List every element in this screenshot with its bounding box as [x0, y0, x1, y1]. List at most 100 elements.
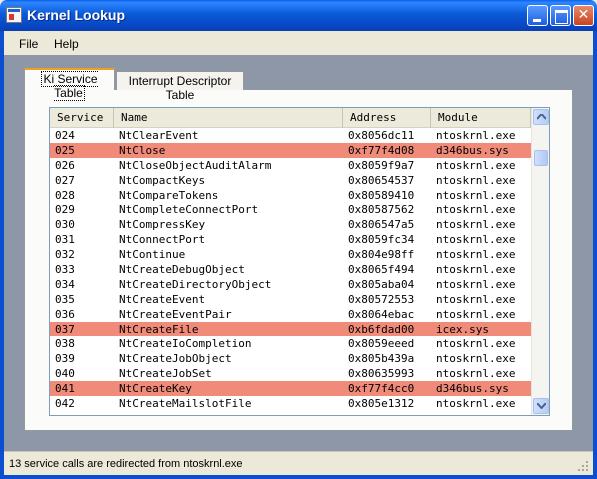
cell-service: 038 — [55, 337, 75, 351]
cell-service: 028 — [55, 188, 75, 202]
cell-address: 0xb6fdad00 — [348, 322, 415, 336]
cell-name: NtCreateDebugObject — [119, 263, 245, 277]
column-header-name[interactable]: Name — [114, 108, 343, 128]
menu-file[interactable]: File — [19, 37, 38, 51]
cell-service: 036 — [55, 307, 75, 321]
maximize-button[interactable] — [550, 5, 571, 26]
table-row[interactable]: 040 NtCreateJobSet 0x80635993 ntoskrnl.exe — [50, 366, 531, 381]
cell-module: ntoskrnl.exe — [436, 337, 516, 351]
table-row[interactable]: 034 NtCreateDirectoryObject 0x805aba04 ntos… — [50, 277, 531, 292]
cell-name: NtCreateFile — [119, 322, 199, 336]
table-row[interactable]: 041 NtCreateKey 0xf77f4cc0 d346bus.sys — [50, 381, 531, 397]
cell-service: 024 — [55, 129, 75, 142]
cell-name: NtCompressKey — [119, 218, 206, 232]
size-grip-icon[interactable] — [577, 460, 589, 472]
list-rows: 024 NtClearEvent 0x8056dc11 ntoskrnl.exe 025… — [50, 128, 531, 411]
table-row[interactable]: 031 NtConnectPort 0x8059fc34 ntoskrnl.exe — [50, 232, 531, 247]
cell-service: 037 — [55, 322, 75, 336]
cell-service: 039 — [55, 352, 75, 366]
cell-service: 034 — [55, 277, 75, 291]
table-row[interactable]: 026 NtCloseObjectAuditAlarm 0x8059f9a7 ntos… — [50, 158, 531, 173]
cell-module: ntoskrnl.exe — [436, 188, 516, 202]
list-header: Service Name Address Module — [50, 108, 531, 128]
table-row[interactable]: 024 NtClearEvent 0x8056dc11 ntoskrnl.exe — [50, 128, 531, 143]
cell-address: 0x8059eeed — [348, 337, 415, 351]
table-row[interactable]: 030 NtCompressKey 0x806547a5 ntoskrnl.exe — [50, 217, 531, 232]
cell-module: ntoskrnl.exe — [436, 292, 516, 306]
cell-name: NtCreateIoCompletion — [119, 337, 252, 351]
cell-service: 035 — [55, 292, 75, 306]
cell-address: 0xf77f4d08 — [348, 143, 415, 157]
column-header-address[interactable]: Address — [343, 108, 431, 128]
table-row[interactable]: 039 NtCreateJobObject 0x805b439a ntoskrnl.e… — [50, 351, 531, 366]
window-title: Kernel Lookup — [27, 7, 126, 23]
cell-address: 0x80572553 — [348, 292, 415, 306]
cell-address: 0xf77f4cc0 — [348, 382, 415, 396]
cell-module: ntoskrnl.exe — [436, 352, 516, 366]
service-list[interactable]: Service Name Address Module 024 NtClearEv… — [49, 107, 550, 416]
cell-service: 033 — [55, 263, 75, 277]
cell-module: ntoskrnl.exe — [436, 248, 516, 262]
vertical-scrollbar[interactable] — [531, 108, 549, 415]
cell-name: NtClearEvent — [119, 129, 199, 142]
cell-service: 029 — [55, 203, 75, 217]
table-row[interactable]: 037 NtCreateFile 0xb6fdad00 icex.sys — [50, 321, 531, 337]
menu-help[interactable]: Help — [54, 37, 79, 51]
table-row[interactable]: 042 NtCreateMailslotFile 0x805e1312 ntoskrn… — [50, 396, 531, 411]
table-row[interactable]: 033 NtCreateDebugObject 0x8065f494 ntoskrnl… — [50, 262, 531, 277]
cell-module: ntoskrnl.exe — [436, 397, 516, 411]
scroll-down-arrow-icon — [537, 403, 546, 409]
column-header-module[interactable]: Module — [431, 108, 531, 128]
title-bar[interactable]: Kernel Lookup ✕ — [0, 0, 597, 31]
cell-service: 031 — [55, 233, 75, 247]
cell-name: NtCreateDirectoryObject — [119, 277, 272, 291]
cell-service: 030 — [55, 218, 75, 232]
cell-service: 027 — [55, 173, 75, 187]
table-row[interactable]: 036 NtCreateEventPair 0x8064ebac ntoskrnl.e… — [50, 307, 531, 322]
cell-module: ntoskrnl.exe — [436, 218, 516, 232]
cell-module: ntoskrnl.exe — [436, 367, 516, 381]
app-icon[interactable] — [6, 7, 22, 23]
cell-module: ntoskrnl.exe — [436, 129, 516, 142]
scroll-down-button[interactable] — [533, 398, 549, 414]
cell-address: 0x805e1312 — [348, 397, 415, 411]
cell-service: 040 — [55, 367, 75, 381]
scroll-up-button[interactable] — [533, 109, 549, 125]
cell-name: NtCompleteConnectPort — [119, 203, 259, 217]
cell-module: ntoskrnl.exe — [436, 173, 516, 187]
cell-name: NtCreateMailslotFile — [119, 397, 252, 411]
cell-address: 0x805b439a — [348, 352, 415, 366]
cell-address: 0x8056dc11 — [348, 129, 415, 142]
table-row[interactable]: 029 NtCompleteConnectPort 0x80587562 ntoskr… — [50, 202, 531, 217]
cell-service: 026 — [55, 158, 75, 172]
cell-address: 0x8059fc34 — [348, 233, 415, 247]
cell-name: NtCreateEventPair — [119, 307, 232, 321]
status-text: 13 service calls are redirected from nto… — [9, 458, 243, 470]
table-row[interactable]: 038 NtCreateIoCompletion 0x8059eeed ntoskrn… — [50, 336, 531, 351]
cell-name: NtConnectPort — [119, 233, 206, 247]
cell-module: ntoskrnl.exe — [436, 158, 516, 172]
cell-module: ntoskrnl.exe — [436, 203, 516, 217]
cell-name: NtCreateEvent — [119, 292, 206, 306]
table-row[interactable]: 032 NtContinue 0x804e98ff ntoskrnl.exe — [50, 247, 531, 262]
tab-ki-service-table[interactable]: Ki Service Table — [24, 68, 115, 101]
cell-module: ntoskrnl.exe — [436, 263, 516, 277]
cell-name: NtCompactKeys — [119, 173, 206, 187]
close-button[interactable]: ✕ — [573, 5, 594, 26]
minimize-button[interactable] — [527, 5, 548, 26]
table-row[interactable]: 025 NtClose 0xf77f4d08 d346bus.sys — [50, 142, 531, 158]
cell-service: 025 — [55, 143, 75, 157]
table-row[interactable]: 035 NtCreateEvent 0x80572553 ntoskrnl.exe — [50, 292, 531, 307]
cell-service: 041 — [55, 382, 75, 396]
cell-name: NtCreateJobSet — [119, 367, 212, 381]
column-header-service[interactable]: Service — [50, 108, 114, 128]
window-frame-right — [593, 31, 597, 479]
cell-address: 0x806547a5 — [348, 218, 415, 232]
cell-address: 0x8064ebac — [348, 307, 415, 321]
table-row[interactable]: 028 NtCompareTokens 0x80589410 ntoskrnl.exe — [50, 188, 531, 203]
tab-interrupt-descriptor-table[interactable]: Interrupt Descriptor Table — [116, 71, 244, 102]
cell-module: d346bus.sys — [436, 143, 509, 157]
scroll-thumb[interactable] — [534, 150, 548, 166]
table-row[interactable]: 027 NtCompactKeys 0x80654537 ntoskrnl.exe — [50, 173, 531, 188]
cell-address: 0x804e98ff — [348, 248, 415, 262]
